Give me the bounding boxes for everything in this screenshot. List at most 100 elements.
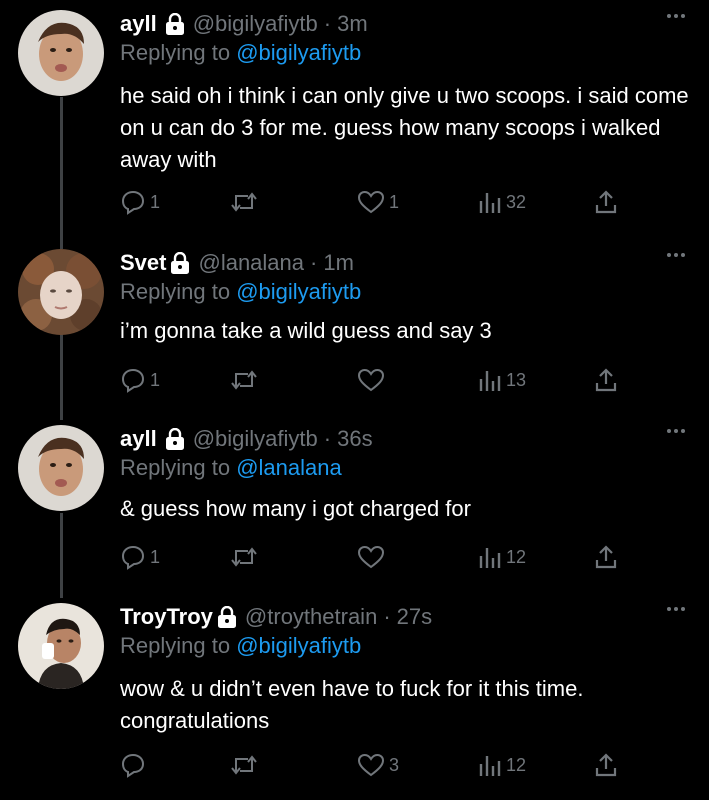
share-icon <box>594 189 618 215</box>
replying-to: Replying to @bigilyafiytb <box>120 40 361 66</box>
lock-icon <box>170 252 190 274</box>
replying-to: Replying to @bigilyafiytb <box>120 633 361 659</box>
user-handle[interactable]: @bigilyafiytb <box>193 11 318 37</box>
share-button[interactable] <box>594 750 618 780</box>
display-name[interactable]: TroyTroy <box>120 604 213 630</box>
more-icon[interactable] <box>667 253 685 257</box>
tweet-header: ayll @bigilyafiytb · 36s <box>120 425 373 453</box>
share-button[interactable] <box>594 542 618 572</box>
views-button[interactable]: 13 <box>478 365 526 395</box>
share-button[interactable] <box>594 187 618 217</box>
reply-icon <box>120 367 146 393</box>
retweet-icon <box>230 752 258 778</box>
heart-icon <box>357 367 385 393</box>
more-icon[interactable] <box>667 607 685 611</box>
share-icon <box>594 752 618 778</box>
more-icon[interactable] <box>667 429 685 433</box>
tweet-text: wow & u didn’t even have to fuck for it … <box>120 676 584 733</box>
views-count: 13 <box>506 369 527 390</box>
retweet-button[interactable] <box>230 542 262 572</box>
avatar-photo <box>18 425 104 511</box>
tweet-header: TroyTroy @troythetrain · 27s <box>120 603 432 631</box>
views-icon <box>478 752 502 778</box>
like-button[interactable] <box>357 365 389 395</box>
replying-to-label: Replying to <box>120 633 231 658</box>
reply-icon <box>120 189 146 215</box>
reply-button[interactable]: 1 <box>120 365 160 395</box>
share-button[interactable] <box>594 365 618 395</box>
replying-to: Replying to @bigilyafiytb <box>120 279 361 305</box>
separator-dot: · <box>323 426 332 451</box>
tweet-header: ayll @bigilyafiytb · 3m <box>120 10 368 38</box>
display-name[interactable]: ayll <box>120 426 157 452</box>
heart-icon <box>357 752 385 778</box>
timestamp[interactable]: 36s <box>337 426 372 452</box>
tweet[interactable]: Svet @lanalana · 1m Replying to @bigilya… <box>0 249 709 409</box>
retweet-button[interactable] <box>230 750 262 780</box>
reply-target-link[interactable]: @bigilyafiytb <box>236 279 361 304</box>
reply-button[interactable]: 1 <box>120 187 160 217</box>
like-button[interactable] <box>357 542 389 572</box>
views-button[interactable]: 12 <box>478 542 526 572</box>
separator-dot: · <box>310 250 318 275</box>
lock-icon <box>165 428 185 450</box>
like-button[interactable]: 1 <box>357 187 399 217</box>
user-handle[interactable]: @bigilyafiytb <box>193 426 318 452</box>
tweet[interactable]: ayll @bigilyafiytb · 36s Replying to @la… <box>0 425 709 585</box>
reply-target-link[interactable]: @bigilyafiytb <box>236 40 361 65</box>
lock-icon <box>165 13 185 35</box>
tweet-actions: 1 13 <box>120 365 630 395</box>
replying-to-label: Replying to <box>120 279 231 304</box>
share-icon <box>594 544 618 570</box>
timestamp[interactable]: 1m <box>323 250 354 276</box>
reply-target-link[interactable]: @bigilyafiytb <box>236 633 361 658</box>
like-button[interactable]: 3 <box>357 750 399 780</box>
timestamp[interactable]: 3m <box>337 11 368 37</box>
tweet-actions: 3 12 <box>120 750 630 780</box>
tweet-text: he said oh i think i can only give u two… <box>120 83 689 172</box>
reply-button[interactable]: 1 <box>120 542 160 572</box>
like-count: 1 <box>389 191 400 212</box>
views-count: 12 <box>506 754 527 775</box>
avatar[interactable] <box>18 603 104 689</box>
views-icon <box>478 189 502 215</box>
reply-count: 1 <box>150 546 161 567</box>
avatar[interactable] <box>18 10 104 96</box>
reply-count: 1 <box>150 369 161 390</box>
display-name[interactable]: Svet <box>120 250 166 276</box>
lock-icon <box>217 606 237 628</box>
retweet-button[interactable] <box>230 365 262 395</box>
tweet[interactable]: ayll @bigilyafiytb · 3m Replying to @big… <box>0 10 709 225</box>
like-count: 3 <box>389 754 400 775</box>
replying-to-label: Replying to <box>120 40 231 65</box>
tweet-header: Svet @lanalana · 1m <box>120 249 354 277</box>
retweet-button[interactable] <box>230 187 262 217</box>
share-icon <box>594 367 618 393</box>
reply-target-link[interactable]: @lanalana <box>236 455 342 480</box>
retweet-icon <box>230 544 258 570</box>
display-name[interactable]: ayll <box>120 11 157 37</box>
reply-count: 1 <box>150 191 161 212</box>
replying-to: Replying to @lanalana <box>120 455 342 481</box>
reply-icon <box>120 752 146 778</box>
avatar[interactable] <box>18 249 104 335</box>
retweet-icon <box>230 189 258 215</box>
user-handle[interactable]: @lanalana <box>198 250 304 276</box>
more-icon[interactable] <box>667 14 685 18</box>
reply-button[interactable] <box>120 750 150 780</box>
tweet-actions: 1 12 <box>120 542 630 572</box>
reply-icon <box>120 544 146 570</box>
avatar-photo <box>18 249 104 335</box>
views-count: 12 <box>506 546 527 567</box>
views-button[interactable]: 12 <box>478 750 526 780</box>
separator-dot: · <box>383 604 391 629</box>
replying-to-label: Replying to <box>120 455 231 480</box>
views-count: 32 <box>506 191 527 212</box>
heart-icon <box>357 189 385 215</box>
views-button[interactable]: 32 <box>478 187 526 217</box>
avatar[interactable] <box>18 425 104 511</box>
tweet[interactable]: TroyTroy @troythetrain · 27s Replying to… <box>0 603 709 793</box>
timestamp[interactable]: 27s <box>397 604 432 630</box>
user-handle[interactable]: @troythetrain <box>245 604 377 630</box>
views-icon <box>478 544 502 570</box>
